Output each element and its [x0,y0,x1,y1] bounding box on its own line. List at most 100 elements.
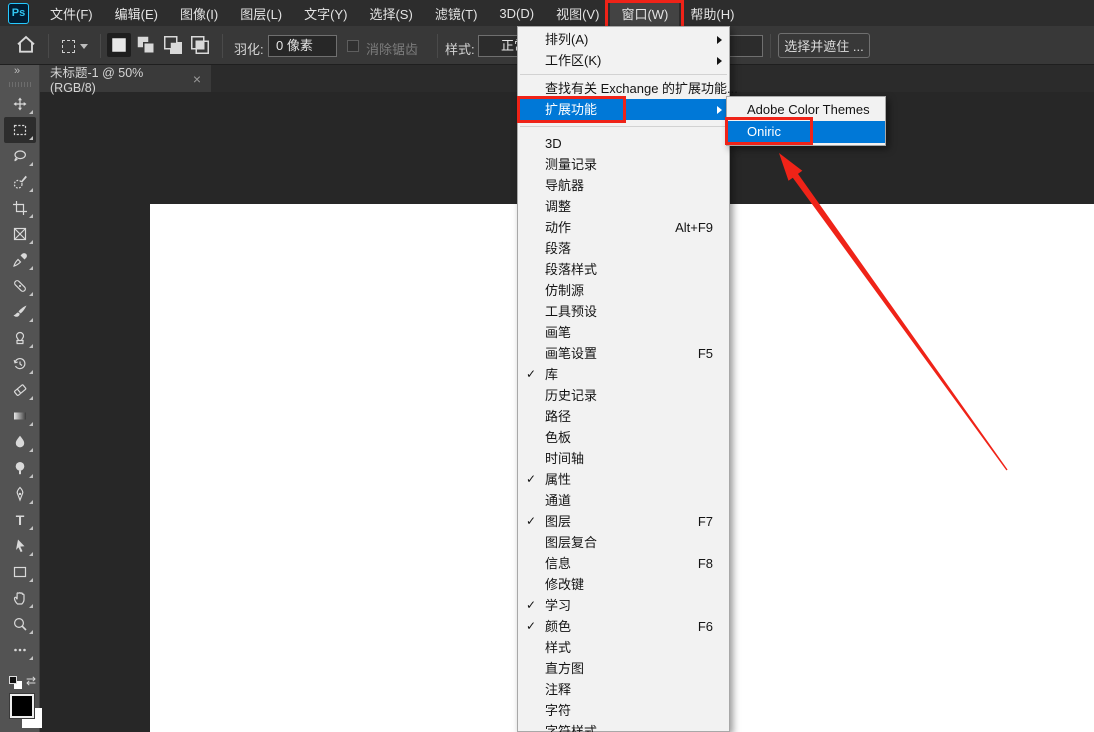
frame-tool-button[interactable] [4,221,36,247]
menubar-item-滤镜(T)[interactable]: 滤镜(T) [424,0,489,26]
document-tab[interactable]: 未标题-1 @ 50%(RGB/8) × [40,65,211,92]
spot-healing-brush-tool-button[interactable] [4,273,36,299]
swap-colors-icon[interactable]: ⇄ [26,674,36,688]
menu-separator [520,126,727,127]
menu-item-时间轴[interactable]: 时间轴 [518,448,729,469]
menu-item-调整[interactable]: 调整 [518,196,729,217]
eraser-tool-button[interactable] [4,377,36,403]
hand-tool-button[interactable] [4,585,36,611]
feather-input[interactable]: 0 像素 [268,35,337,57]
menu-item-workspace[interactable]: 工作区(K) [518,50,729,71]
menu-item-label: 属性 [545,472,571,487]
gradient-icon [12,408,28,424]
menu-item-label: 导航器 [545,178,584,193]
menu-item-label: 库 [545,367,558,382]
menu-item-动作[interactable]: 动作Alt+F9 [518,217,729,238]
menu-item-图层[interactable]: ✓图层F7 [518,511,729,532]
clone-stamp-tool-button[interactable] [4,325,36,351]
zoom-tool-button[interactable] [4,611,36,637]
subtract-from-selection-button[interactable] [161,33,185,57]
collapse-panel-button[interactable]: » [0,65,39,79]
menubar-item-文字(Y)[interactable]: 文字(Y) [293,0,358,26]
menu-item-修改键[interactable]: 修改键 [518,574,729,595]
dodge-tool-button[interactable] [4,455,36,481]
close-icon[interactable]: × [193,71,201,87]
antialias-checkbox[interactable] [347,40,359,52]
menu-item-画笔[interactable]: 画笔 [518,322,729,343]
menubar-item-窗口(W)[interactable]: 窗口(W) [610,0,679,26]
menu-item-历史记录[interactable]: 历史记录 [518,385,729,406]
edit-toolbar-tool-button[interactable] [4,637,36,663]
eraser-icon [12,382,28,398]
add-to-selection-button[interactable] [134,33,158,57]
menu-item-3d[interactable]: 3D [518,133,729,154]
menu-item-色板[interactable]: 色板 [518,427,729,448]
menu-item-label: 修改键 [545,577,584,592]
history-brush-tool-button[interactable] [4,351,36,377]
panel-grip[interactable] [9,82,31,87]
type-tool-button[interactable]: T [4,507,36,533]
tool-preset-picker[interactable] [58,35,92,57]
gradient-tool-button[interactable] [4,403,36,429]
menubar-item-选择(S)[interactable]: 选择(S) [358,0,423,26]
home-button[interactable] [14,33,38,57]
toolbar-bottom: ⇄ [0,674,40,732]
submenu-item-adobe-color-themes[interactable]: Adobe Color Themes [727,99,885,121]
menu-item-段落样式[interactable]: 段落样式 [518,259,729,280]
blur-tool-button[interactable] [4,429,36,455]
menu-item-路径[interactable]: 路径 [518,406,729,427]
menu-item-样式[interactable]: 样式 [518,637,729,658]
menu-item-find-extensions[interactable]: 查找有关 Exchange 的扩展功能... [518,78,729,99]
menu-item-图层复合[interactable]: 图层复合 [518,532,729,553]
menu-item-导航器[interactable]: 导航器 [518,175,729,196]
select-and-mask-button[interactable]: 选择并遮住 ... [778,33,870,58]
crop-tool-button[interactable] [4,195,36,221]
move-tool-button[interactable] [4,91,36,117]
menu-item-段落[interactable]: 段落 [518,238,729,259]
clone-stamp-icon [12,330,28,346]
menu-item-字符样式[interactable]: 字符样式 [518,721,729,732]
eyedropper-tool-button[interactable] [4,247,36,273]
quick-selection-tool-button[interactable] [4,169,36,195]
menu-item-直方图[interactable]: 直方图 [518,658,729,679]
menu-item-库[interactable]: ✓库 [518,364,729,385]
menubar-item-图层(L)[interactable]: 图层(L) [229,0,293,26]
menubar-item-视图(V)[interactable]: 视图(V) [545,0,610,26]
brush-tool-button[interactable] [4,299,36,325]
rectangular-marquee-tool-button[interactable] [4,117,36,143]
menubar-item-3D(D)[interactable]: 3D(D) [488,0,545,26]
menu-item-工具预设[interactable]: 工具预设 [518,301,729,322]
document-tab-title: 未标题-1 @ 50%(RGB/8) [50,62,183,95]
menubar-item-帮助(H)[interactable]: 帮助(H) [679,0,745,26]
path-selection-tool-button[interactable] [4,533,36,559]
menu-item-学习[interactable]: ✓学习 [518,595,729,616]
separator [770,34,771,58]
menu-item-颜色[interactable]: ✓颜色F6 [518,616,729,637]
antialias-label: 消除锯齿 [366,39,418,58]
menu-item-信息[interactable]: 信息F8 [518,553,729,574]
menu-item-画笔设置[interactable]: 画笔设置F5 [518,343,729,364]
separator [100,34,101,58]
menubar-item-图像(I)[interactable]: 图像(I) [169,0,229,26]
intersect-selection-button[interactable] [188,33,212,57]
rectangle-tool-button[interactable] [4,559,36,585]
submenu-item-oniric[interactable]: Oniric [727,121,885,143]
menu-item-extensions[interactable]: 扩展功能 [518,99,729,120]
menu-item-通道[interactable]: 通道 [518,490,729,511]
blur-icon [12,434,28,450]
menubar-item-编辑(E)[interactable]: 编辑(E) [104,0,169,26]
menu-item-注释[interactable]: 注释 [518,679,729,700]
new-selection-button[interactable] [107,33,131,57]
menu-item-仿制源[interactable]: 仿制源 [518,280,729,301]
shortcut-label: F7 [698,511,713,532]
menu-item-测量记录[interactable]: 测量记录 [518,154,729,175]
lasso-tool-button[interactable] [4,143,36,169]
menu-item-属性[interactable]: ✓属性 [518,469,729,490]
menu-item-arrange[interactable]: 排列(A) [518,29,729,50]
shortcut-label: F6 [698,616,713,637]
menubar-item-文件(F)[interactable]: 文件(F) [39,0,104,26]
menu-item-label: 测量记录 [545,157,597,172]
menu-item-字符[interactable]: 字符 [518,700,729,721]
foreground-color-swatch[interactable] [10,694,34,718]
pen-tool-button[interactable] [4,481,36,507]
